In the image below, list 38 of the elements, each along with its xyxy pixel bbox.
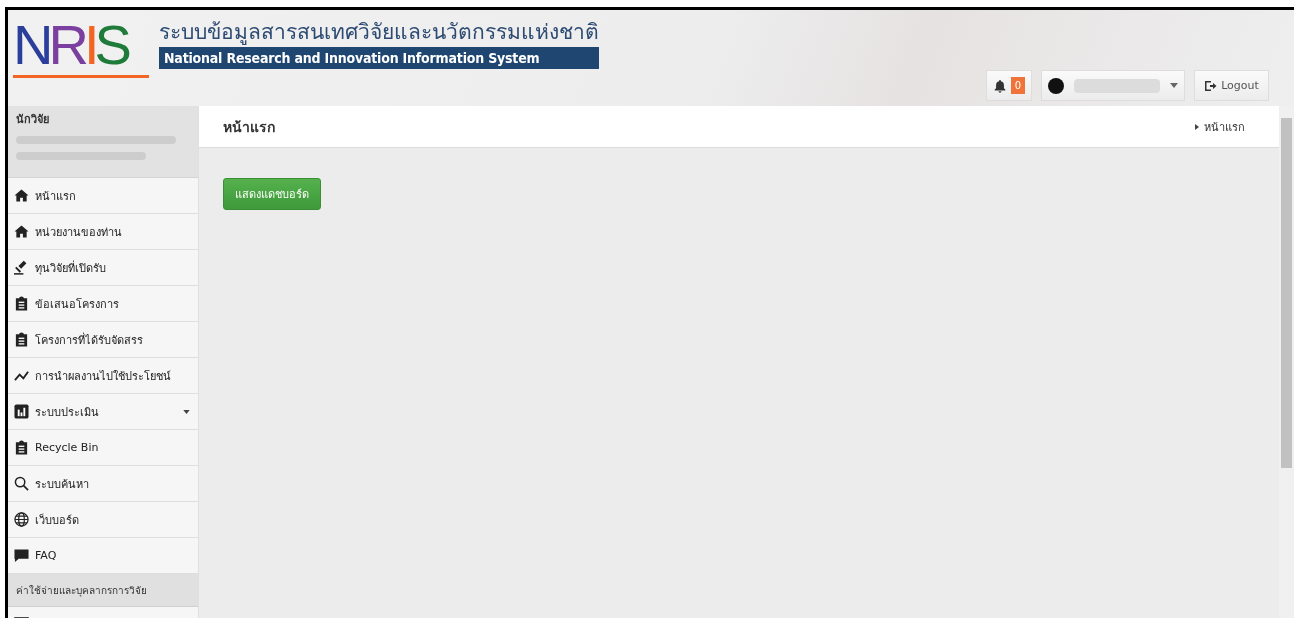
globe-icon: [14, 512, 29, 527]
home-icon: [14, 224, 29, 239]
caret-icon: [183, 409, 190, 414]
clipboard-icon: [14, 296, 29, 311]
gavel-icon: [14, 260, 29, 275]
sidebar-item[interactable]: Recycle Bin: [8, 430, 198, 466]
sidebar-item[interactable]: ข้อเสนอโครงการ: [8, 286, 198, 322]
clipboard-icon: [14, 440, 29, 455]
search-icon: [14, 476, 29, 491]
sidebar-item[interactable]: ระบบค้นหา: [8, 466, 198, 502]
page-title: หน้าแรก: [223, 117, 275, 137]
user-menu[interactable]: [1041, 70, 1185, 101]
logout-button[interactable]: Logout: [1194, 70, 1269, 101]
sidebar-item[interactable]: การนำผลงานไปใช้ประโยชน์: [8, 358, 198, 394]
logo: NRIS: [13, 19, 153, 78]
caret-icon: [1170, 83, 1178, 88]
clipboard-icon: [14, 332, 29, 347]
caret-icon: [1195, 123, 1199, 130]
sidebar-item[interactable]: หน้าแรก: [8, 178, 198, 214]
breadcrumb-link[interactable]: หน้าแรก: [1195, 117, 1245, 136]
sidebar-item[interactable]: หน่วยงานของท่าน: [8, 214, 198, 250]
sidebar-item[interactable]: เว็บบอร์ด: [8, 502, 198, 538]
sidebar-item[interactable]: โครงการที่ได้รับจัดสรร: [8, 322, 198, 358]
logout-icon: [1204, 79, 1218, 92]
bar-chart-icon: [14, 404, 29, 419]
avatar-icon: [1048, 77, 1064, 94]
scrollbar[interactable]: [1279, 106, 1294, 618]
bell-icon: [992, 78, 1007, 93]
sidebar-item[interactable]: ทุนวิจัยที่เปิดรับ: [8, 250, 198, 286]
group-title: ค่าใช้จ่ายและบุคลากรการวิจัย: [8, 574, 198, 607]
line-chart-icon: [14, 368, 29, 383]
site-title: ระบบข้อมูลสารสนเทศวิจัยและนวัตกรรมแห่งชาติ: [159, 19, 599, 45]
section-title: นักวิจัย: [16, 112, 50, 128]
sidebar-item[interactable]: ระบบประเมิน: [8, 394, 198, 430]
comment-icon: [14, 548, 29, 563]
home-icon: [14, 188, 29, 203]
notification-count: 0: [1010, 77, 1025, 94]
site-subtitle: National Research and Innovation Information System: [159, 47, 599, 69]
